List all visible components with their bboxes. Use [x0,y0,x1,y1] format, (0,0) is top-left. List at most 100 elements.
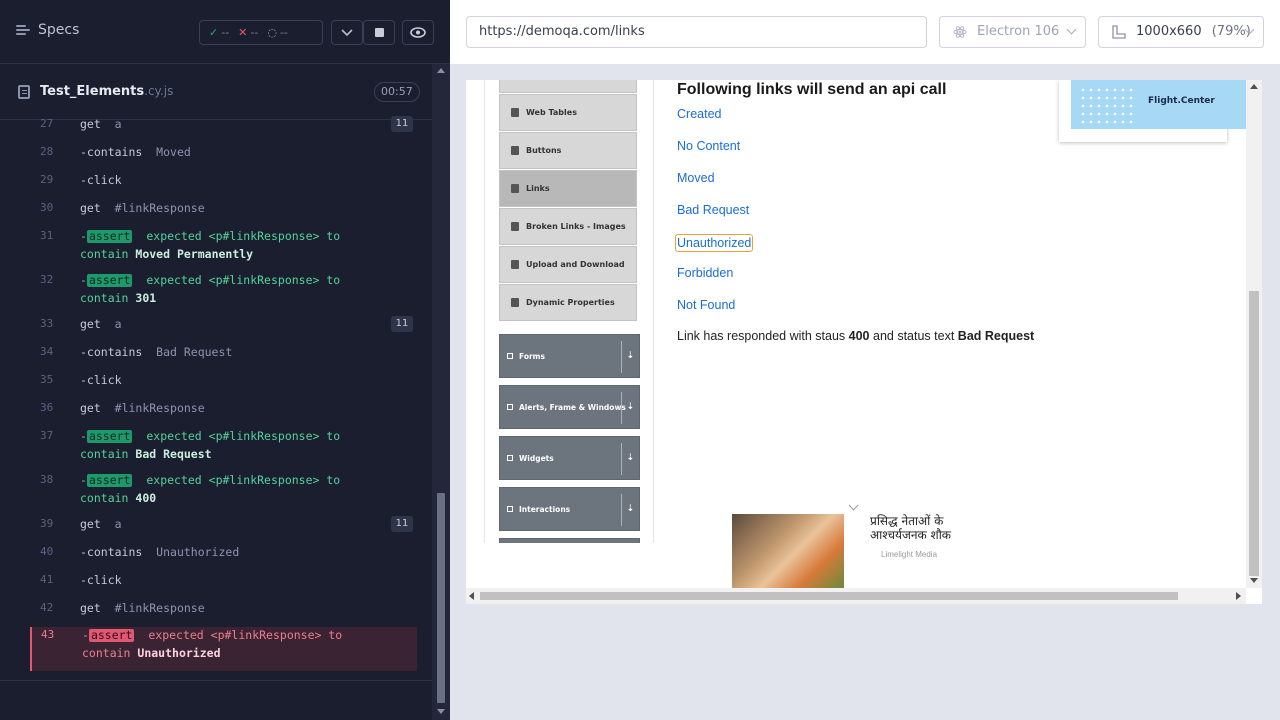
chevron-down-icon [341,28,353,36]
command-name: -click [80,373,122,387]
link-no-content[interactable]: No Content [677,139,740,153]
command-name: -contains [80,345,143,359]
sidebar-group[interactable]: Forms ⇣ [499,334,640,378]
assert-value: 301 [135,291,157,305]
command-arg: #linkResponse [114,601,205,615]
assertion-row[interactable]: 37- assert expected <p#linkResponse> to c… [0,428,432,472]
x-icon: ✕ [238,26,248,39]
sidebar-group[interactable]: Alerts, Frame & Windows ⇣ [499,385,640,429]
specs-label: Specs [38,22,80,38]
spec-duration-badge: 00:57 [374,82,420,102]
command-arg: a [114,317,122,331]
command-number: 27 [40,117,54,130]
ad-source: Limelight Media [881,550,938,559]
stop-icon [374,28,384,37]
url-bar[interactable]: https://demoqa.com/links [466,16,927,48]
test-stats: ✓ -- ✕ -- ◌ -- [199,20,323,45]
assert-value: 400 [135,491,157,505]
command-arg: a [114,517,122,531]
command-name: get [80,601,101,615]
check-icon: ✓ [209,26,219,39]
link-unauthorized[interactable]: Unauthorized [674,234,754,252]
command-number: 31 [40,229,54,242]
command-number: 42 [40,601,54,614]
sidebar-item[interactable]: Dynamic Properties [499,284,637,321]
command-row[interactable]: 28 -contains Moved [0,144,432,172]
passed-stat: ✓ -- [209,26,230,39]
command-row[interactable]: 41 -click [0,572,432,600]
horizontal-scrollbar-thumb[interactable] [480,592,1178,600]
sidebar-item[interactable]: Buttons [499,132,637,169]
assert-message: expected <p#linkResponse> to [146,429,341,443]
assertion-row[interactable]: 38- assert expected <p#linkResponse> to c… [0,472,432,516]
command-number: 32 [40,273,54,286]
stop-button[interactable] [363,20,395,45]
command-row[interactable]: 35 -click [0,372,432,400]
command-number: 37 [40,429,54,442]
command-arg: Moved [156,145,191,159]
assert-message: expected <p#linkResponse> to [146,273,341,287]
sidebar-item[interactable]: Broken Links - Images [499,208,637,245]
sidebar-group-label: Alerts, Frame & Windows [519,402,626,412]
link-forbidden[interactable]: Forbidden [677,266,733,280]
command-row[interactable]: 40 -contains Unauthorized [0,544,432,572]
command-arg: #linkResponse [114,201,205,215]
command-row[interactable]: 34 -contains Bad Request [0,344,432,372]
bottom-ad-banner[interactable]: प्रसिद्ध नेताओं के आश्चर्यजनक शौक Limeli… [732,500,984,588]
failed-assertion-row[interactable]: 43- assert expected <p#linkResponse> to c… [30,627,417,671]
command-name: -contains [80,145,143,159]
browser-selector[interactable]: Electron 106 [939,16,1086,48]
viewport-zoom: (79%) [1211,24,1251,39]
reporter-panel: Specs ✓ -- ✕ -- ◌ -- Test_Elements.cy.js 00… [0,0,450,720]
assert-value: Bad Request [135,447,212,461]
command-row[interactable]: 42 get #linkResponse [0,600,432,628]
assert-badge: assert [88,628,135,642]
viewport-ruler-icon [1112,25,1126,39]
reporter-scrollbar-thumb[interactable] [437,493,445,703]
sidebar-item[interactable]: Upload and Download [499,246,637,283]
download-arrow-icon: ⇣ [626,504,634,514]
collapse-all-button[interactable] [331,20,363,45]
element-count-badge: 11 [391,316,413,332]
sidebar-group-label: Interactions [519,504,571,514]
command-row[interactable]: 27 get a 11 [0,116,432,144]
sidebar-item[interactable]: Web Tables [499,94,637,131]
command-row[interactable]: 39 get a 11 [0,516,432,544]
command-row[interactable]: 36 get #linkResponse [0,400,432,428]
top-ad-banner[interactable]: Flight.Center [1059,80,1246,142]
link-moved[interactable]: Moved [677,171,715,185]
selector-playground-button[interactable] [402,20,434,45]
browser-name: Electron 106 [977,24,1060,39]
download-arrow-icon: ⇣ [626,402,634,412]
sidebar-item[interactable]: Links [499,170,637,207]
spec-file-name[interactable]: Test_Elements.cy.js [40,84,173,99]
download-arrow-icon: ⇣ [626,453,634,463]
element-count-badge: 11 [391,516,413,532]
link-created[interactable]: Created [677,107,721,121]
sidebar-item-label: Web Tables [526,108,577,117]
assertion-row[interactable]: 32- assert expected <p#linkResponse> to c… [0,272,432,316]
viewport-selector[interactable]: 1000x660 (79%) [1098,16,1264,48]
reporter-header: Specs ✓ -- ✕ -- ◌ -- [0,0,450,64]
vertical-scrollbar-thumb[interactable] [1249,291,1259,576]
assertion-row[interactable]: 31- assert expected <p#linkResponse> to c… [0,228,432,272]
command-log: 27 get a 11 28 -contains Moved 29 -click 30 get… [0,116,432,680]
sidebar-group-label: Widgets [519,453,554,463]
command-row[interactable]: 30 get #linkResponse [0,200,432,228]
sidebar-item-label: Broken Links - Images [526,222,626,231]
specs-toggle-button[interactable]: Specs [16,22,79,38]
html5-icon [511,222,519,231]
command-row[interactable]: 33 get a 11 [0,316,432,344]
command-number: 29 [40,173,54,186]
sidebar-group[interactable]: Widgets ⇣ [499,436,640,480]
link-bad-request[interactable]: Bad Request [677,203,749,217]
menu-icon [16,24,30,36]
sidebar-group[interactable]: Interactions ⇣ [499,487,640,531]
command-number: 33 [40,317,54,330]
html5-icon [511,184,519,193]
assert-value: Moved Permanently [135,247,254,261]
link-not-found[interactable]: Not Found [677,298,735,312]
element-count-badge: 11 [391,116,413,132]
command-row[interactable]: 29 -click [0,172,432,200]
aut-header: https://demoqa.com/links Electron 106 10… [450,0,1280,64]
